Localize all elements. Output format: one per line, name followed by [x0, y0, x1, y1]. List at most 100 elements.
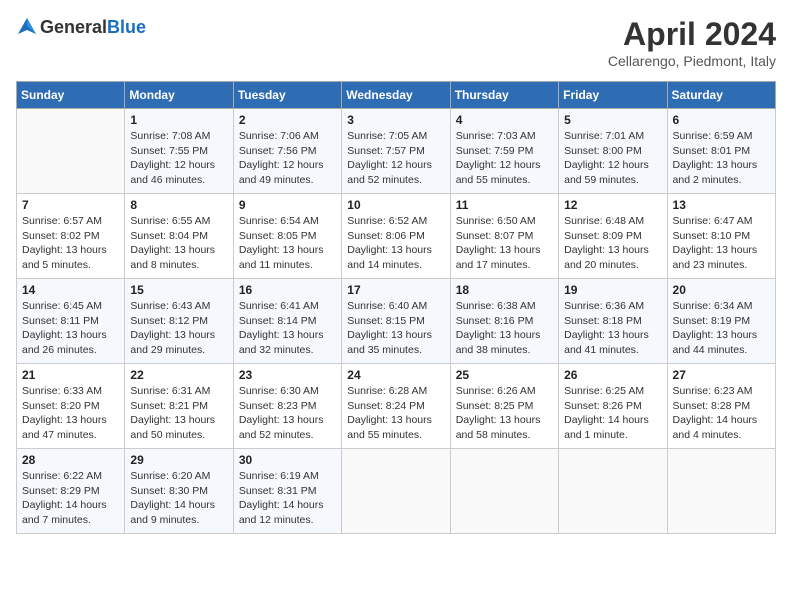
- day-number: 17: [347, 283, 444, 297]
- weekday-tuesday: Tuesday: [233, 82, 341, 109]
- day-number: 15: [130, 283, 227, 297]
- calendar-week-4: 28 Sunrise: 6:22 AMSunset: 8:29 PMDayligh…: [17, 449, 776, 534]
- calendar-cell: 28 Sunrise: 6:22 AMSunset: 8:29 PMDayligh…: [17, 449, 125, 534]
- day-number: 20: [673, 283, 770, 297]
- day-number: 12: [564, 198, 661, 212]
- day-info: Sunrise: 6:57 AMSunset: 8:02 PMDaylight:…: [22, 214, 119, 273]
- day-number: 11: [456, 198, 553, 212]
- day-info: Sunrise: 6:34 AMSunset: 8:19 PMDaylight:…: [673, 299, 770, 358]
- day-info: Sunrise: 6:23 AMSunset: 8:28 PMDaylight:…: [673, 384, 770, 443]
- day-number: 30: [239, 453, 336, 467]
- day-number: 27: [673, 368, 770, 382]
- day-info: Sunrise: 6:19 AMSunset: 8:31 PMDaylight:…: [239, 469, 336, 528]
- calendar-header: SundayMondayTuesdayWednesdayThursdayFrid…: [17, 82, 776, 109]
- day-info: Sunrise: 6:28 AMSunset: 8:24 PMDaylight:…: [347, 384, 444, 443]
- day-info: Sunrise: 7:03 AMSunset: 7:59 PMDaylight:…: [456, 129, 553, 188]
- calendar-cell: 1Sunrise: 7:08 AMSunset: 7:55 PMDaylight…: [125, 109, 233, 194]
- day-number: 2: [239, 113, 336, 127]
- day-info: Sunrise: 6:36 AMSunset: 8:18 PMDaylight:…: [564, 299, 661, 358]
- calendar-table: SundayMondayTuesdayWednesdayThursdayFrid…: [16, 81, 776, 534]
- weekday-monday: Monday: [125, 82, 233, 109]
- day-info: Sunrise: 6:59 AMSunset: 8:01 PMDaylight:…: [673, 129, 770, 188]
- day-info: Sunrise: 7:01 AMSunset: 8:00 PMDaylight:…: [564, 129, 661, 188]
- day-number: 3: [347, 113, 444, 127]
- calendar-cell: 3 Sunrise: 7:05 AMSunset: 7:57 PMDaylight…: [342, 109, 450, 194]
- day-info: Sunrise: 6:31 AMSunset: 8:21 PMDaylight:…: [130, 384, 227, 443]
- day-number: 18: [456, 283, 553, 297]
- day-info: Sunrise: 6:41 AMSunset: 8:14 PMDaylight:…: [239, 299, 336, 358]
- calendar-cell: 20 Sunrise: 6:34 AMSunset: 8:19 PMDayligh…: [667, 279, 775, 364]
- day-info: Sunrise: 6:22 AMSunset: 8:29 PMDaylight:…: [22, 469, 119, 528]
- day-number: 5: [564, 113, 661, 127]
- calendar-cell: [17, 109, 125, 194]
- day-info: Sunrise: 7:06 AMSunset: 7:56 PMDaylight:…: [239, 129, 336, 188]
- day-info: Sunrise: 6:38 AMSunset: 8:16 PMDaylight:…: [456, 299, 553, 358]
- weekday-sunday: Sunday: [17, 82, 125, 109]
- calendar-cell: 12 Sunrise: 6:48 AMSunset: 8:09 PMDayligh…: [559, 194, 667, 279]
- day-number: 21: [22, 368, 119, 382]
- weekday-header-row: SundayMondayTuesdayWednesdayThursdayFrid…: [17, 82, 776, 109]
- day-number: 4: [456, 113, 553, 127]
- calendar-cell: 7Sunrise: 6:57 AMSunset: 8:02 PMDaylight…: [17, 194, 125, 279]
- day-info: Sunrise: 6:55 AMSunset: 8:04 PMDaylight:…: [130, 214, 227, 273]
- day-info: Sunrise: 6:52 AMSunset: 8:06 PMDaylight:…: [347, 214, 444, 273]
- calendar-cell: 16 Sunrise: 6:41 AMSunset: 8:14 PMDayligh…: [233, 279, 341, 364]
- day-info: Sunrise: 6:50 AMSunset: 8:07 PMDaylight:…: [456, 214, 553, 273]
- day-info: Sunrise: 6:48 AMSunset: 8:09 PMDaylight:…: [564, 214, 661, 273]
- calendar-cell: 24 Sunrise: 6:28 AMSunset: 8:24 PMDayligh…: [342, 364, 450, 449]
- calendar-cell: [559, 449, 667, 534]
- calendar-cell: 26Sunrise: 6:25 AMSunset: 8:26 PMDayligh…: [559, 364, 667, 449]
- day-number: 28: [22, 453, 119, 467]
- day-number: 16: [239, 283, 336, 297]
- calendar-week-1: 7Sunrise: 6:57 AMSunset: 8:02 PMDaylight…: [17, 194, 776, 279]
- day-number: 25: [456, 368, 553, 382]
- logo-text-general: General: [40, 17, 107, 37]
- header: GeneralBlue April 2024 Cellarengo, Piedm…: [16, 16, 776, 69]
- weekday-wednesday: Wednesday: [342, 82, 450, 109]
- day-info: Sunrise: 6:40 AMSunset: 8:15 PMDaylight:…: [347, 299, 444, 358]
- day-number: 14: [22, 283, 119, 297]
- day-info: Sunrise: 6:47 AMSunset: 8:10 PMDaylight:…: [673, 214, 770, 273]
- day-number: 10: [347, 198, 444, 212]
- day-info: Sunrise: 6:25 AMSunset: 8:26 PMDaylight:…: [564, 384, 661, 443]
- day-number: 1: [130, 113, 227, 127]
- calendar-cell: 21Sunrise: 6:33 AMSunset: 8:20 PMDayligh…: [17, 364, 125, 449]
- day-number: 22: [130, 368, 227, 382]
- calendar-cell: [342, 449, 450, 534]
- day-info: Sunrise: 7:05 AMSunset: 7:57 PMDaylight:…: [347, 129, 444, 188]
- calendar-cell: [667, 449, 775, 534]
- logo-text-blue: Blue: [107, 17, 146, 37]
- calendar-cell: 8Sunrise: 6:55 AMSunset: 8:04 PMDaylight…: [125, 194, 233, 279]
- calendar-cell: 13 Sunrise: 6:47 AMSunset: 8:10 PMDayligh…: [667, 194, 775, 279]
- day-info: Sunrise: 6:26 AMSunset: 8:25 PMDaylight:…: [456, 384, 553, 443]
- day-number: 24: [347, 368, 444, 382]
- calendar-week-3: 21Sunrise: 6:33 AMSunset: 8:20 PMDayligh…: [17, 364, 776, 449]
- day-number: 19: [564, 283, 661, 297]
- day-info: Sunrise: 6:43 AMSunset: 8:12 PMDaylight:…: [130, 299, 227, 358]
- calendar-cell: 11 Sunrise: 6:50 AMSunset: 8:07 PMDayligh…: [450, 194, 558, 279]
- day-info: Sunrise: 6:30 AMSunset: 8:23 PMDaylight:…: [239, 384, 336, 443]
- calendar-cell: 17 Sunrise: 6:40 AMSunset: 8:15 PMDayligh…: [342, 279, 450, 364]
- calendar-week-2: 14 Sunrise: 6:45 AMSunset: 8:11 PMDayligh…: [17, 279, 776, 364]
- calendar-cell: 2 Sunrise: 7:06 AMSunset: 7:56 PMDaylight…: [233, 109, 341, 194]
- day-info: Sunrise: 6:20 AMSunset: 8:30 PMDaylight:…: [130, 469, 227, 528]
- day-number: 13: [673, 198, 770, 212]
- calendar-cell: 19 Sunrise: 6:36 AMSunset: 8:18 PMDayligh…: [559, 279, 667, 364]
- calendar-cell: 18 Sunrise: 6:38 AMSunset: 8:16 PMDayligh…: [450, 279, 558, 364]
- location-title: Cellarengo, Piedmont, Italy: [608, 53, 776, 69]
- calendar-cell: 30 Sunrise: 6:19 AMSunset: 8:31 PMDayligh…: [233, 449, 341, 534]
- logo: GeneralBlue: [16, 16, 146, 38]
- calendar-cell: [450, 449, 558, 534]
- calendar-cell: 29Sunrise: 6:20 AMSunset: 8:30 PMDayligh…: [125, 449, 233, 534]
- weekday-saturday: Saturday: [667, 82, 775, 109]
- month-title: April 2024: [608, 16, 776, 53]
- calendar-cell: 9Sunrise: 6:54 AMSunset: 8:05 PMDaylight…: [233, 194, 341, 279]
- calendar-week-0: 1Sunrise: 7:08 AMSunset: 7:55 PMDaylight…: [17, 109, 776, 194]
- calendar-cell: 14 Sunrise: 6:45 AMSunset: 8:11 PMDayligh…: [17, 279, 125, 364]
- calendar-cell: 22 Sunrise: 6:31 AMSunset: 8:21 PMDayligh…: [125, 364, 233, 449]
- logo-icon: [16, 16, 38, 38]
- day-info: Sunrise: 6:45 AMSunset: 8:11 PMDaylight:…: [22, 299, 119, 358]
- calendar-cell: 15 Sunrise: 6:43 AMSunset: 8:12 PMDayligh…: [125, 279, 233, 364]
- day-number: 9: [239, 198, 336, 212]
- weekday-thursday: Thursday: [450, 82, 558, 109]
